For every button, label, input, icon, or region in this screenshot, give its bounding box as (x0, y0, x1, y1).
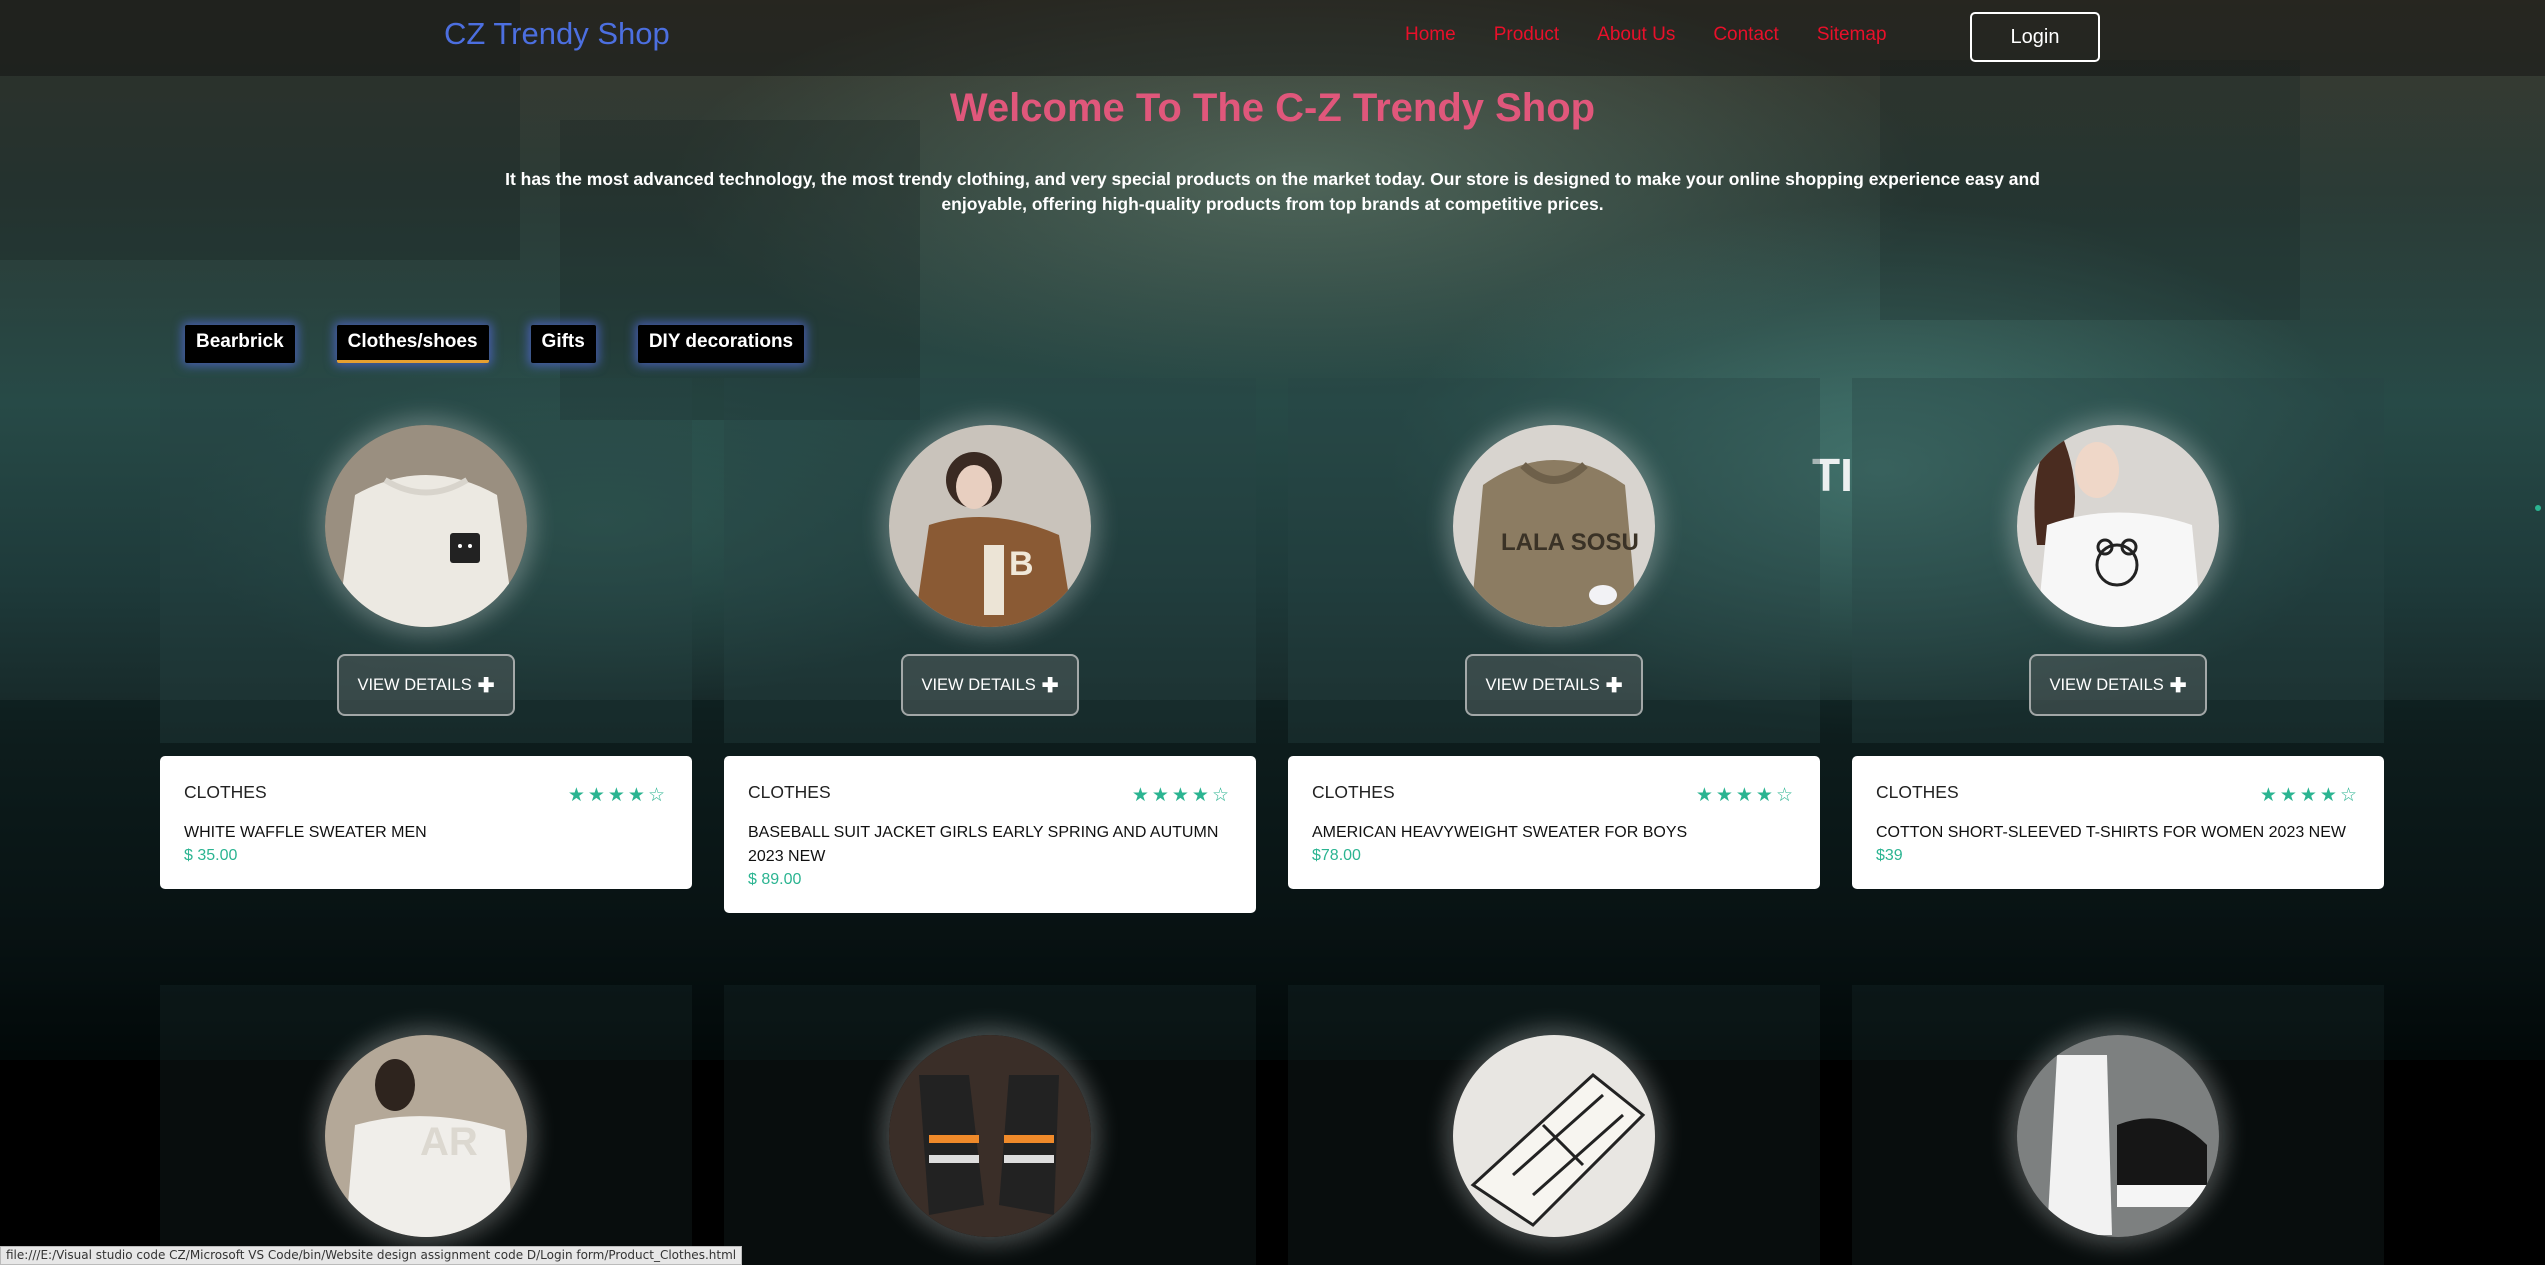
product-info: CLOTHES ★★★★☆ AMERICAN HEAVYWEIGHT SWEAT… (1288, 756, 1820, 889)
svg-text:LALA SOSU: LALA SOSU (1501, 529, 1639, 556)
nav-home[interactable]: Home (1405, 24, 1456, 46)
product-price: $39 (1876, 847, 1903, 864)
view-details-button[interactable]: VIEW DETAILS ✚ (901, 654, 1079, 716)
plus-icon: ✚ (1041, 674, 1059, 697)
browser-status-url: file:///E:/Visual studio code CZ/Microso… (0, 1246, 743, 1265)
rating-stars: ★★★★☆ (2259, 784, 2360, 806)
tab-clothes-shoes[interactable]: Clothes/shoes (336, 325, 489, 363)
product-price: $ 89.00 (748, 871, 802, 888)
product-image[interactable] (2017, 1035, 2219, 1237)
tab-bearbrick[interactable]: Bearbrick (185, 325, 295, 363)
rating-stars: ★★★★☆ (1695, 784, 1796, 806)
nav-product[interactable]: Product (1494, 24, 1559, 46)
nav-about-us[interactable]: About Us (1597, 24, 1675, 46)
product-price: $ 35.00 (184, 847, 238, 864)
product-image[interactable]: AR (325, 1035, 527, 1237)
product-info: CLOTHES ★★★★☆ WHITE WAFFLE SWEATER MEN $… (160, 756, 692, 889)
product-name[interactable]: BASEBALL SUIT JACKET GIRLS EARLY SPRING … (748, 821, 1228, 869)
product-price: $78.00 (1312, 847, 1361, 864)
product-info: CLOTHES ★★★★☆ BASEBALL SUIT JACKET GIRLS… (724, 756, 1256, 913)
product-name[interactable]: WHITE WAFFLE SWEATER MEN (184, 821, 664, 845)
hero-description: It has the most advanced technology, the… (505, 169, 2040, 214)
view-details-label: VIEW DETAILS (1485, 675, 1600, 694)
tab-diy-decorations[interactable]: DIY decorations (637, 325, 805, 363)
category-tabs: Bearbrick Clothes/shoes Gifts DIY decora… (185, 325, 846, 363)
nav-links: Home Product About Us Contact Sitemap (1405, 24, 1925, 46)
nav-contact[interactable]: Contact (1713, 24, 1778, 46)
view-details-button[interactable]: VIEW DETAILS ✚ (337, 654, 515, 716)
product-image[interactable] (889, 1035, 1091, 1237)
product-info: CLOTHES ★★★★☆ COTTON SHORT-SLEEVED T-SHI… (1852, 756, 2384, 889)
view-details-label: VIEW DETAILS (357, 675, 472, 694)
navbar: CZ Trendy Shop Home Product About Us Con… (0, 0, 2545, 76)
product-image[interactable] (2017, 425, 2219, 627)
product-image[interactable]: LALA SOSU (1453, 425, 1655, 627)
login-button[interactable]: Login (1970, 12, 2100, 62)
rating-stars: ★★★★☆ (1131, 784, 1232, 806)
indicator-dot (2535, 505, 2541, 511)
product-image[interactable]: B (889, 425, 1091, 627)
product-image[interactable] (325, 425, 527, 627)
view-details-label: VIEW DETAILS (921, 675, 1036, 694)
bg-ruin-mid (560, 120, 920, 420)
edge-scroll-indicators (2535, 505, 2545, 685)
svg-text:AR: AR (420, 1120, 478, 1164)
view-details-button[interactable]: VIEW DETAILS ✚ (1465, 654, 1643, 716)
plus-icon: ✚ (477, 674, 495, 697)
plus-icon: ✚ (2169, 674, 2187, 697)
product-name[interactable]: COTTON SHORT-SLEEVED T-SHIRTS FOR WOMEN … (1876, 821, 2356, 845)
product-image[interactable] (1453, 1035, 1655, 1237)
view-details-label: VIEW DETAILS (2049, 675, 2164, 694)
product-name[interactable]: AMERICAN HEAVYWEIGHT SWEATER FOR BOYS (1312, 821, 1792, 845)
rating-stars: ★★★★☆ (567, 784, 668, 806)
view-details-button[interactable]: VIEW DETAILS ✚ (2029, 654, 2207, 716)
nav-sitemap[interactable]: Sitemap (1817, 24, 1887, 46)
plus-icon: ✚ (1605, 674, 1623, 697)
page-title: Welcome To The C-Z Trendy Shop (949, 86, 1596, 130)
tab-gifts[interactable]: Gifts (530, 325, 596, 363)
svg-text:B: B (1009, 545, 1034, 583)
brand-logo[interactable]: CZ Trendy Shop (444, 16, 670, 52)
